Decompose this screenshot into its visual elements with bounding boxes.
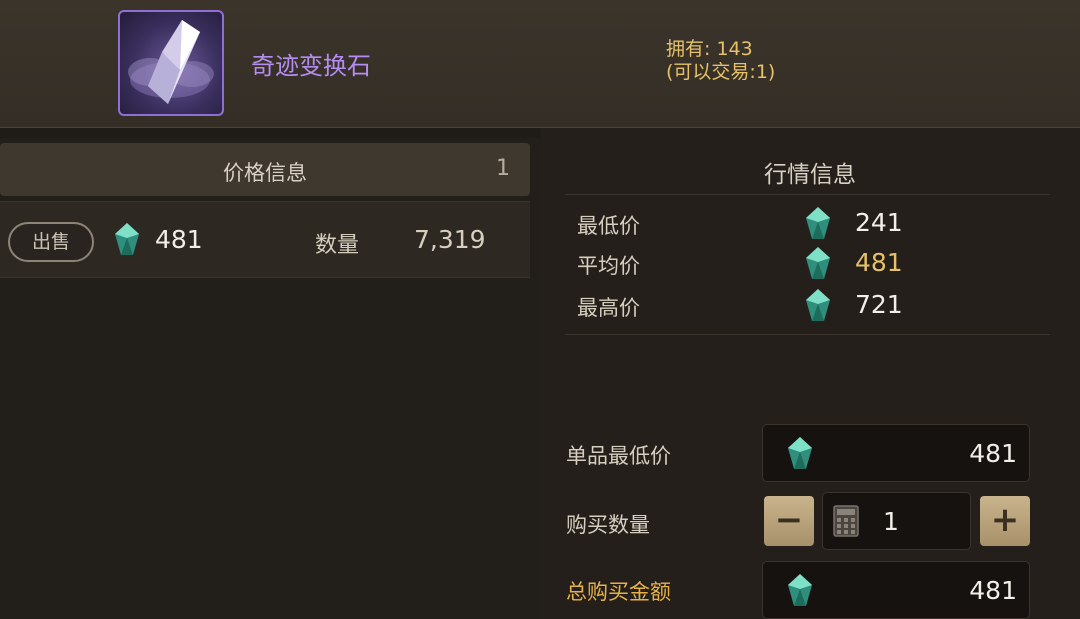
blue-gem-icon [115, 223, 139, 255]
blue-gem-icon [788, 574, 812, 606]
total-amount-value: 481 [969, 576, 1017, 605]
sell-button[interactable]: 出售 [8, 222, 94, 262]
increase-quantity-button[interactable]: + [980, 496, 1030, 546]
blue-gem-icon [806, 247, 830, 279]
unit-price-field: 481 [762, 424, 1030, 482]
blue-gem-icon [806, 289, 830, 321]
divider [565, 194, 1050, 195]
avg-price-label: 平均价 [577, 254, 640, 278]
price-info-title: 价格信息 [223, 161, 307, 185]
item-header: 奇迹变换石 拥有: 143 (可以交易:1) [0, 0, 1080, 128]
total-amount-field: 481 [762, 561, 1030, 619]
owned-count: 143 [716, 38, 753, 60]
tradable-count: (可以交易:1) [666, 61, 776, 83]
blue-gem-icon [806, 207, 830, 239]
quantity-label: 数量 [315, 233, 360, 258]
calculator-icon[interactable] [833, 505, 859, 537]
market-info-title: 行情信息 [764, 162, 856, 188]
quantity-value[interactable]: 1 [883, 507, 899, 536]
avg-price-value: 481 [855, 248, 903, 277]
unit-price-value: 481 [969, 439, 1017, 468]
price-info-header: 价格信息 1 [0, 143, 530, 196]
max-price-label: 最高价 [577, 296, 640, 320]
min-price-label: 最低价 [577, 214, 640, 238]
crystal-shard-icon [118, 10, 224, 116]
divider [565, 334, 1050, 335]
owned-info: 拥有: 143 (可以交易:1) [666, 38, 775, 84]
total-amount-label: 总购买金额 [566, 580, 671, 604]
listing-row[interactable]: 出售 481 数量 7,319 [0, 201, 530, 278]
unit-price-label: 单品最低价 [566, 444, 671, 468]
blue-gem-icon [788, 437, 812, 469]
decrease-quantity-button[interactable]: − [764, 496, 814, 546]
item-name: 奇迹变换石 [251, 52, 371, 80]
page-number: 1 [496, 156, 510, 181]
owned-label: 拥有: [666, 38, 711, 60]
quantity-input[interactable]: 1 [822, 492, 971, 550]
listing-price: 481 [155, 225, 203, 254]
quantity-label: 购买数量 [566, 513, 650, 537]
min-price-value: 241 [855, 208, 903, 237]
quantity-value: 7,319 [414, 225, 486, 254]
max-price-value: 721 [855, 290, 903, 319]
